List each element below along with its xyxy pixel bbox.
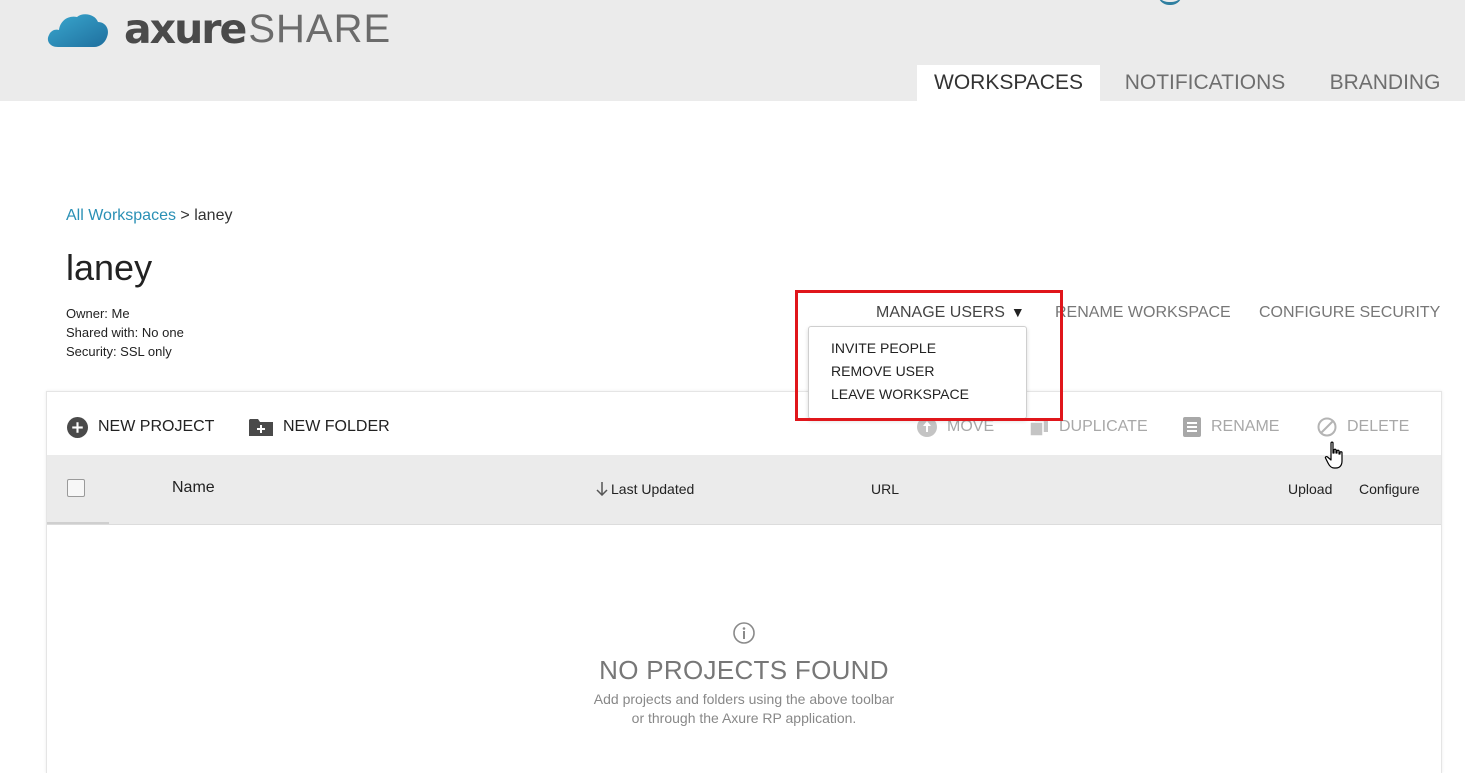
new-folder-label: NEW FOLDER: [283, 418, 390, 435]
column-last-updated[interactable]: Last Updated: [596, 481, 694, 497]
empty-state: NO PROJECTS FOUND Add projects and folde…: [47, 622, 1441, 728]
cloud-logo-icon: [47, 14, 108, 47]
new-folder-button[interactable]: NEW FOLDER: [249, 416, 390, 438]
folder-plus-icon: [249, 417, 273, 437]
delete-button[interactable]: DELETE: [1317, 416, 1409, 438]
logo-wordmark: axure: [124, 5, 247, 53]
tab-notifications[interactable]: NOTIFICATIONS: [1108, 65, 1302, 101]
projects-toolbar: NEW PROJECT NEW FOLDER MOVE DUPLICATE RE…: [47, 392, 1441, 455]
logo-subtitle: SHARE: [248, 7, 392, 51]
rename-label: RENAME: [1211, 418, 1280, 435]
main-tabs: WORKSPACES NOTIFICATIONS BRANDING: [0, 65, 1465, 101]
projects-panel: NEW PROJECT NEW FOLDER MOVE DUPLICATE RE…: [46, 391, 1442, 773]
move-button[interactable]: MOVE: [917, 416, 994, 438]
menu-item-remove-user[interactable]: REMOVE USER: [831, 363, 934, 379]
security-text: Security: SSL only: [66, 344, 172, 359]
configure-security-button[interactable]: CONFIGURE SECURITY: [1259, 304, 1440, 322]
owner-text: Owner: Me: [66, 306, 130, 321]
empty-state-title: NO PROJECTS FOUND: [599, 655, 889, 685]
empty-state-line2: or through the Axure RP application.: [631, 710, 857, 726]
tab-branding[interactable]: BRANDING: [1314, 65, 1456, 101]
breadcrumb-all-workspaces[interactable]: All Workspaces: [66, 207, 176, 224]
column-name[interactable]: Name: [172, 479, 215, 497]
ban-icon: [1317, 417, 1337, 437]
duplicate-label: DUPLICATE: [1059, 418, 1148, 435]
column-url[interactable]: URL: [871, 481, 899, 497]
column-configure[interactable]: Configure: [1359, 481, 1420, 497]
empty-state-line1: Add projects and folders using the above…: [593, 691, 895, 707]
last-updated-label: Last Updated: [611, 481, 695, 497]
move-icon: [917, 417, 937, 437]
workspace-meta: Owner: Me Shared with: No one Security: …: [66, 304, 184, 361]
manage-users-button[interactable]: MANAGE USERS ▼: [876, 304, 1025, 322]
new-project-button[interactable]: NEW PROJECT: [67, 416, 214, 438]
arrow-down-icon: [596, 482, 608, 496]
axure-share-logo[interactable]: axure SHARE: [46, 6, 391, 52]
document-icon: [1183, 417, 1201, 437]
breadcrumb: All Workspaces > laney: [66, 207, 232, 225]
shared-with-text: Shared with: No one: [66, 325, 184, 340]
manage-users-label: MANAGE USERS: [876, 304, 1005, 321]
move-label: MOVE: [947, 418, 995, 435]
header-underline: [47, 522, 109, 524]
breadcrumb-separator: >: [180, 207, 190, 224]
tab-workspaces[interactable]: WORKSPACES: [917, 65, 1100, 101]
caret-down-icon: ▼: [1010, 304, 1025, 320]
breadcrumb-current: laney: [194, 207, 233, 224]
hand-cursor-icon: [1324, 441, 1343, 469]
plus-circle-icon: [67, 416, 88, 438]
info-icon: [733, 622, 755, 644]
page-title: laney: [66, 247, 153, 288]
new-project-label: NEW PROJECT: [98, 418, 215, 435]
manage-users-dropdown: INVITE PEOPLE REMOVE USER LEAVE WORKSPAC…: [808, 326, 1027, 419]
app-header: axure SHARE WORKSPACES NOTIFICATIONS BRA…: [0, 0, 1465, 101]
duplicate-icon: [1029, 417, 1049, 437]
menu-item-leave-workspace[interactable]: LEAVE WORKSPACE: [831, 386, 969, 402]
rename-workspace-button[interactable]: RENAME WORKSPACE: [1055, 304, 1231, 322]
delete-label: DELETE: [1347, 418, 1410, 435]
menu-item-invite-people[interactable]: INVITE PEOPLE: [831, 340, 936, 356]
duplicate-button[interactable]: DUPLICATE: [1029, 416, 1148, 438]
table-header: Name Last Updated URL Upload Configure: [47, 455, 1441, 525]
user-avatar-edge[interactable]: [1158, 0, 1182, 5]
select-all-checkbox[interactable]: [67, 479, 85, 497]
column-upload[interactable]: Upload: [1288, 481, 1332, 497]
rename-button[interactable]: RENAME: [1183, 416, 1279, 438]
